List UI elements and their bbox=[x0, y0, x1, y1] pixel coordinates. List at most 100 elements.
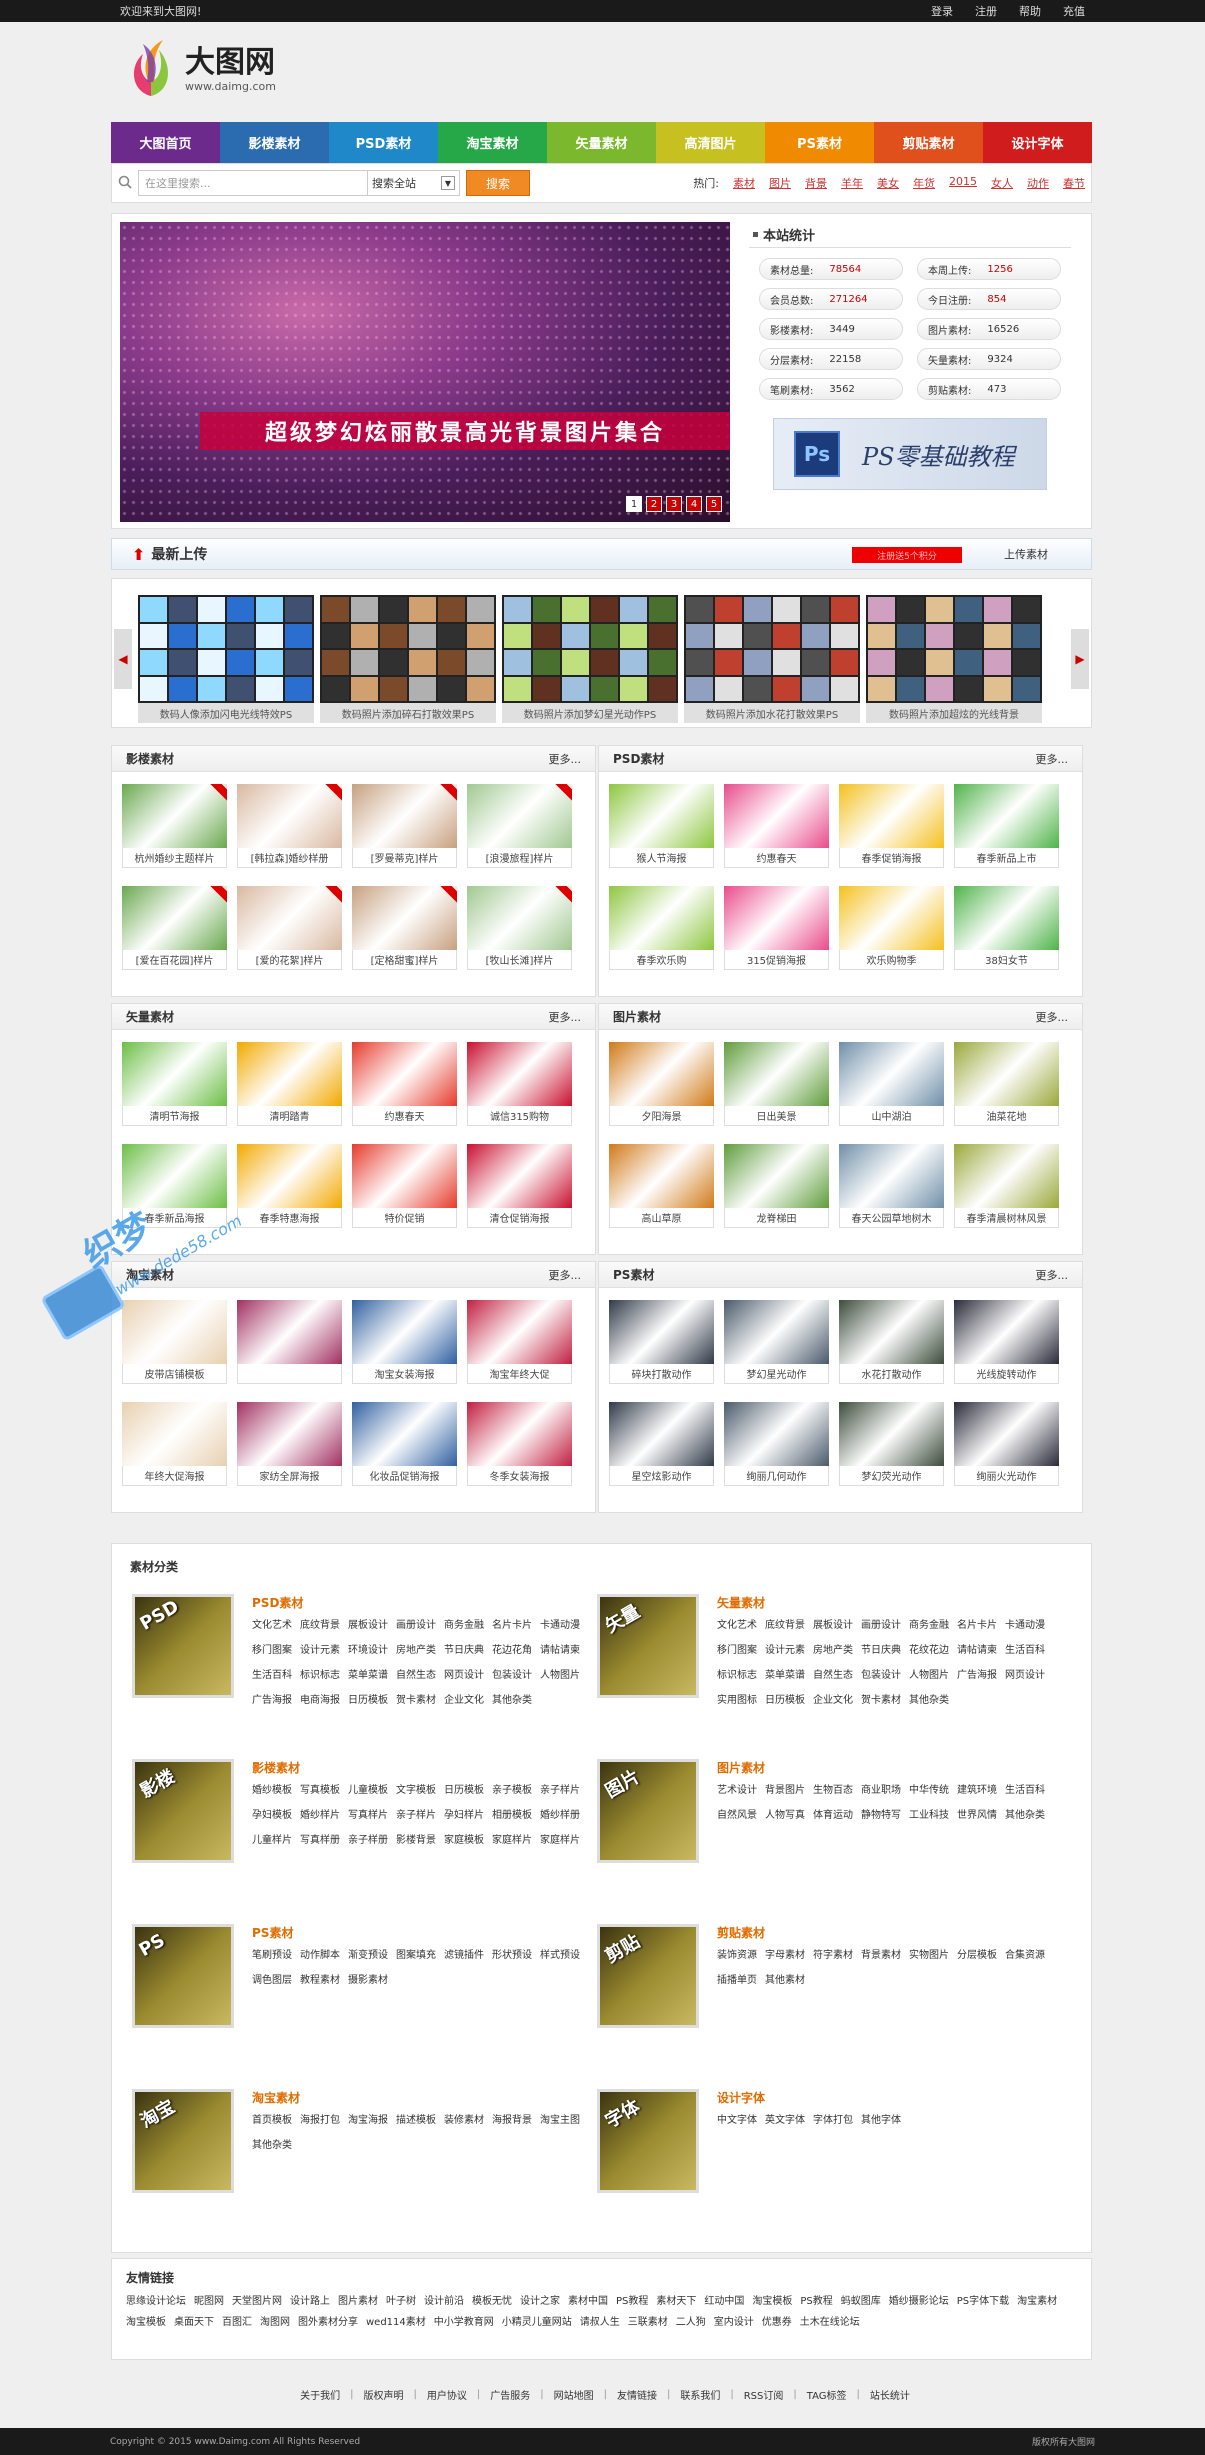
material-card[interactable]: 化妆品促销海报 bbox=[352, 1402, 457, 1490]
category-tag[interactable]: 文化艺术 bbox=[717, 1616, 757, 1631]
hot-keyword[interactable]: 动作 bbox=[1027, 175, 1049, 191]
latest-thumb[interactable]: 数码照片添加梦幻星光动作PS bbox=[502, 595, 678, 723]
footer-link[interactable]: 联系我们 bbox=[680, 2387, 720, 2402]
category-tag[interactable]: 日历模板 bbox=[444, 1781, 484, 1796]
friend-link[interactable]: 小精灵儿童网站 bbox=[502, 2313, 572, 2328]
category-tag[interactable]: 写真样册 bbox=[300, 1831, 340, 1846]
category-tag[interactable]: 样式预设 bbox=[540, 1946, 580, 1961]
category-tag[interactable]: 体育运动 bbox=[813, 1806, 853, 1821]
category-tag[interactable]: 商务金融 bbox=[909, 1616, 949, 1631]
category-tag[interactable]: 商务金融 bbox=[444, 1616, 484, 1631]
material-card[interactable]: 日出美景 bbox=[724, 1042, 829, 1130]
hot-keyword[interactable]: 美女 bbox=[877, 175, 899, 191]
more-link[interactable]: 更多... bbox=[549, 1009, 582, 1025]
material-card[interactable]: [浪漫旅程]样片 bbox=[467, 784, 572, 872]
banner-page-button[interactable]: 1 bbox=[626, 496, 642, 512]
category-tag[interactable]: 生活百科 bbox=[1005, 1641, 1045, 1656]
nav-item[interactable]: 高清图片 bbox=[656, 122, 765, 163]
material-card[interactable]: 淘宝女装海报 bbox=[352, 1300, 457, 1388]
category-tag[interactable]: 企业文化 bbox=[444, 1691, 484, 1706]
category-tag[interactable]: 企业文化 bbox=[813, 1691, 853, 1706]
category-tag[interactable]: 艺术设计 bbox=[717, 1781, 757, 1796]
category-image[interactable]: PSD bbox=[132, 1594, 234, 1698]
category-tag[interactable]: 展板设计 bbox=[813, 1616, 853, 1631]
latest-thumb[interactable]: 数码人像添加闪电光线特效PS bbox=[138, 595, 314, 723]
category-tag[interactable]: 家庭模板 bbox=[444, 1831, 484, 1846]
category-tag[interactable]: 包装设计 bbox=[492, 1666, 532, 1681]
category-tag[interactable]: 亲子模板 bbox=[492, 1781, 532, 1796]
friend-link[interactable]: 百图汇 bbox=[222, 2313, 252, 2328]
category-tag[interactable]: 儿童模板 bbox=[348, 1781, 388, 1796]
category-tag[interactable]: 婚纱样片 bbox=[300, 1806, 340, 1821]
material-card[interactable]: 高山草原 bbox=[609, 1144, 714, 1232]
category-tag[interactable]: 菜单菜谱 bbox=[348, 1666, 388, 1681]
category-tag[interactable]: 生活百科 bbox=[1005, 1781, 1045, 1796]
register-alert[interactable]: 注册送5个积分 bbox=[852, 547, 962, 563]
material-card[interactable]: 清明节海报 bbox=[122, 1042, 227, 1130]
category-name[interactable]: 设计字体 bbox=[717, 2089, 765, 2106]
category-tag[interactable]: 亲子样册 bbox=[348, 1831, 388, 1846]
category-name[interactable]: 影楼素材 bbox=[252, 1759, 300, 1776]
category-tag[interactable]: 相册模板 bbox=[492, 1806, 532, 1821]
footer-link[interactable]: 广告服务 bbox=[490, 2387, 530, 2402]
carousel-next-button[interactable]: ▶ bbox=[1071, 629, 1089, 689]
category-tag[interactable]: 生物百态 bbox=[813, 1781, 853, 1796]
hot-keyword[interactable]: 年货 bbox=[913, 175, 935, 191]
material-card[interactable]: 春天公园草地树木 bbox=[839, 1144, 944, 1232]
material-card[interactable]: 欢乐购物季 bbox=[839, 886, 944, 974]
material-card[interactable]: 家纺全屏海报 bbox=[237, 1402, 342, 1490]
category-name[interactable]: 矢量素材 bbox=[717, 1594, 765, 1611]
material-card[interactable]: 春季促销海报 bbox=[839, 784, 944, 872]
material-card[interactable] bbox=[237, 1300, 342, 1388]
category-tag[interactable]: 婚纱样册 bbox=[540, 1806, 580, 1821]
material-card[interactable]: 清仓促销海报 bbox=[467, 1144, 572, 1232]
friend-link[interactable]: 土木在线论坛 bbox=[800, 2313, 860, 2328]
category-tag[interactable]: 亲子样片 bbox=[396, 1806, 436, 1821]
category-name[interactable]: PSD素材 bbox=[252, 1594, 303, 1611]
ps-tutorial-ad[interactable]: Ps PS零基础教程 bbox=[773, 418, 1047, 490]
category-tag[interactable]: 名片卡片 bbox=[492, 1616, 532, 1631]
category-tag[interactable]: 文化艺术 bbox=[252, 1616, 292, 1631]
friend-link[interactable]: 思缘设计论坛 bbox=[126, 2292, 186, 2307]
material-card[interactable]: 年终大促海报 bbox=[122, 1402, 227, 1490]
category-tag[interactable]: 英文字体 bbox=[765, 2111, 805, 2126]
category-tag[interactable]: 实物图片 bbox=[909, 1946, 949, 1961]
material-card[interactable]: [爱的花絮]样片 bbox=[237, 886, 342, 974]
category-image[interactable]: 矢量 bbox=[597, 1594, 699, 1698]
material-card[interactable]: 碎块打散动作 bbox=[609, 1300, 714, 1388]
category-image[interactable]: 影楼 bbox=[132, 1759, 234, 1863]
material-card[interactable]: 绚丽几何动作 bbox=[724, 1402, 829, 1490]
friend-link[interactable]: 室内设计 bbox=[714, 2313, 754, 2328]
search-input[interactable]: 在这里搜索... bbox=[138, 170, 368, 196]
friend-link[interactable]: 三联素材 bbox=[628, 2313, 668, 2328]
friend-link[interactable]: 叶子树 bbox=[386, 2292, 416, 2307]
category-tag[interactable]: 设计元素 bbox=[765, 1641, 805, 1656]
more-link[interactable]: 更多... bbox=[1036, 751, 1069, 767]
friend-link[interactable]: 设计路上 bbox=[290, 2292, 330, 2307]
category-tag[interactable]: 家庭样片 bbox=[492, 1831, 532, 1846]
category-tag[interactable]: 合集资源 bbox=[1005, 1946, 1045, 1961]
category-tag[interactable]: 儿童样片 bbox=[252, 1831, 292, 1846]
upload-link[interactable]: 上传素材 bbox=[1004, 546, 1048, 562]
material-card[interactable]: [牧山长滩]样片 bbox=[467, 886, 572, 974]
category-tag[interactable]: 装修素材 bbox=[444, 2111, 484, 2126]
more-link[interactable]: 更多... bbox=[549, 1267, 582, 1283]
hot-keyword[interactable]: 图片 bbox=[769, 175, 791, 191]
category-tag[interactable]: 首页模板 bbox=[252, 2111, 292, 2126]
material-card[interactable]: 特价促销 bbox=[352, 1144, 457, 1232]
material-card[interactable]: [爱在百花园]样片 bbox=[122, 886, 227, 974]
category-tag[interactable]: 教程素材 bbox=[300, 1971, 340, 1986]
category-tag[interactable]: 卡通动漫 bbox=[1005, 1616, 1045, 1631]
category-tag[interactable]: 中文字体 bbox=[717, 2111, 757, 2126]
category-tag[interactable]: 符字素材 bbox=[813, 1946, 853, 1961]
category-tag[interactable]: 动作脚本 bbox=[300, 1946, 340, 1961]
banner-page-button[interactable]: 5 bbox=[706, 496, 722, 512]
category-tag[interactable]: 网页设计 bbox=[444, 1666, 484, 1681]
category-tag[interactable]: 底纹背景 bbox=[765, 1616, 805, 1631]
friend-link[interactable]: PS教程 bbox=[800, 2292, 832, 2307]
category-tag[interactable]: 人物图片 bbox=[540, 1666, 580, 1681]
category-tag[interactable]: 图案填充 bbox=[396, 1946, 436, 1961]
category-tag[interactable]: 房地产类 bbox=[813, 1641, 853, 1656]
category-tag[interactable]: 请帖请柬 bbox=[957, 1641, 997, 1656]
category-tag[interactable]: 日历模板 bbox=[348, 1691, 388, 1706]
